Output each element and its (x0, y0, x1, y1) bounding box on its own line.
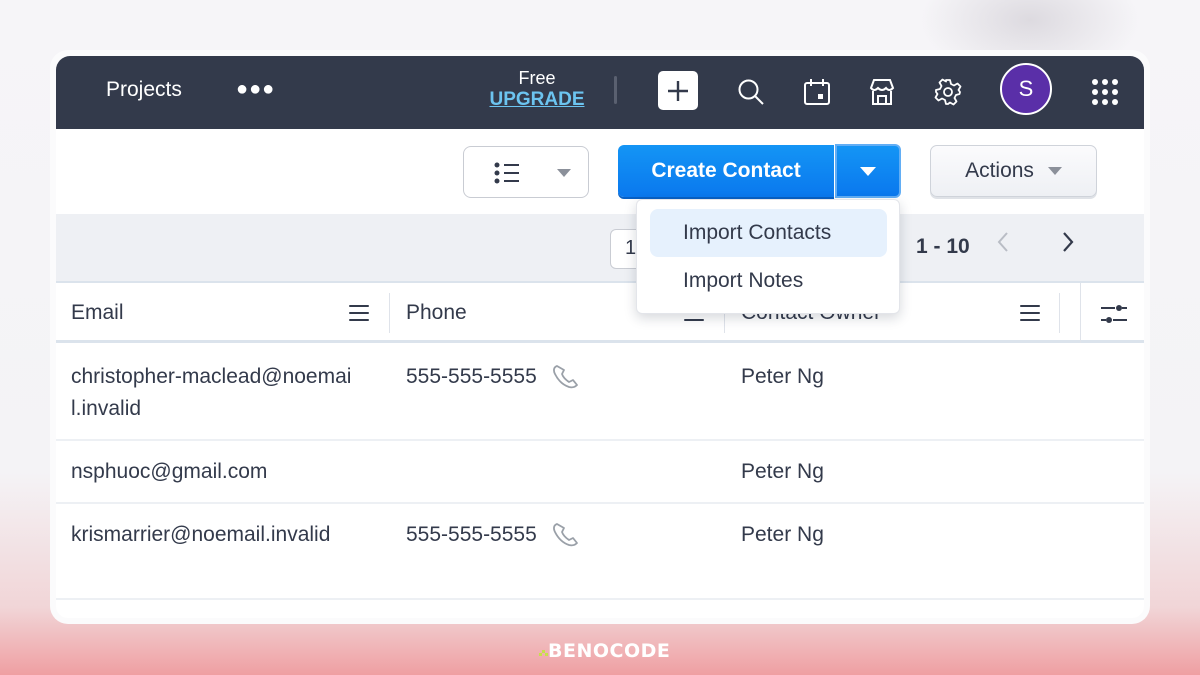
table-row[interactable]: krismarrier@noemail.invalid 555-555-5555… (56, 504, 1144, 600)
record-range: 1 - 10 (916, 235, 970, 258)
divider (614, 76, 617, 104)
chevron-down-icon (860, 166, 876, 176)
column-header-email[interactable]: Email (71, 283, 124, 343)
phone-icon[interactable] (551, 363, 581, 391)
phone-cell: 555-555-5555 (406, 519, 581, 551)
watermark-logo: BENOCODE (548, 640, 671, 662)
top-navigation-bar: Projects ●●● Free UPGRADE S (56, 56, 1144, 129)
app-window: Projects ●●● Free UPGRADE S 1 1 - 10 Ema… (56, 56, 1144, 618)
nav-projects[interactable]: Projects (106, 78, 182, 102)
owner-cell[interactable]: Peter Ng (741, 361, 824, 393)
plan-info: Free UPGRADE (486, 67, 588, 111)
pagination-bar: 1 1 - 10 (56, 214, 1144, 283)
column-settings-icon[interactable] (1100, 303, 1128, 330)
table-row[interactable]: nsphuoc@gmail.com Peter Ng (56, 441, 1144, 504)
store-icon[interactable] (862, 72, 902, 112)
email-cell: nsphuoc@gmail.com (71, 460, 268, 483)
actions-button[interactable]: Actions (930, 145, 1097, 197)
plus-icon[interactable] (658, 71, 698, 110)
phone-number[interactable]: 555-555-5555 (406, 519, 537, 551)
create-options-menu: Import Contacts Import Notes (636, 199, 900, 314)
owner-cell[interactable]: Peter Ng (741, 519, 824, 551)
table-header: Email Phone Contact Owner (56, 283, 1144, 343)
actions-label: Actions (965, 159, 1034, 182)
table-row[interactable]: christopher-maclead@noemail.invalid 555-… (56, 343, 1144, 441)
email-cell: krismarrier@noemail.invalid (71, 523, 331, 546)
gear-icon[interactable] (928, 72, 968, 112)
column-header-phone[interactable]: Phone (406, 283, 467, 343)
column-divider[interactable] (389, 293, 390, 333)
create-options-dropdown-button[interactable] (835, 144, 901, 198)
more-horizontal-icon[interactable]: ●●● (236, 78, 275, 101)
chevron-down-icon (557, 169, 571, 177)
previous-page-button[interactable] (996, 230, 1010, 261)
column-menu-icon[interactable] (1020, 305, 1040, 321)
phone-number[interactable]: 555-555-5555 (406, 361, 537, 393)
column-divider[interactable] (1059, 293, 1060, 333)
phone-cell: 555-555-5555 (406, 361, 581, 393)
chevron-down-icon (1047, 167, 1062, 175)
view-mode-select[interactable] (463, 146, 589, 198)
next-page-button[interactable] (1061, 230, 1075, 261)
menu-item-import-notes[interactable]: Import Notes (650, 257, 887, 305)
plan-label: Free (518, 68, 556, 88)
user-avatar[interactable]: S (1000, 63, 1052, 115)
search-icon[interactable] (731, 72, 771, 112)
menu-item-import-contacts[interactable]: Import Contacts (650, 209, 887, 257)
calendar-icon[interactable] (797, 72, 837, 112)
email-cell: christopher-maclead@noemail.invalid (71, 365, 352, 420)
upgrade-link[interactable]: UPGRADE (486, 89, 588, 111)
apps-grid-icon[interactable] (1085, 72, 1125, 112)
list-view-icon (494, 162, 519, 184)
owner-cell[interactable]: Peter Ng (741, 456, 824, 488)
column-divider (1080, 283, 1081, 343)
phone-icon[interactable] (551, 521, 581, 549)
column-menu-icon[interactable] (349, 305, 369, 321)
create-contact-button[interactable]: Create Contact (618, 145, 834, 197)
